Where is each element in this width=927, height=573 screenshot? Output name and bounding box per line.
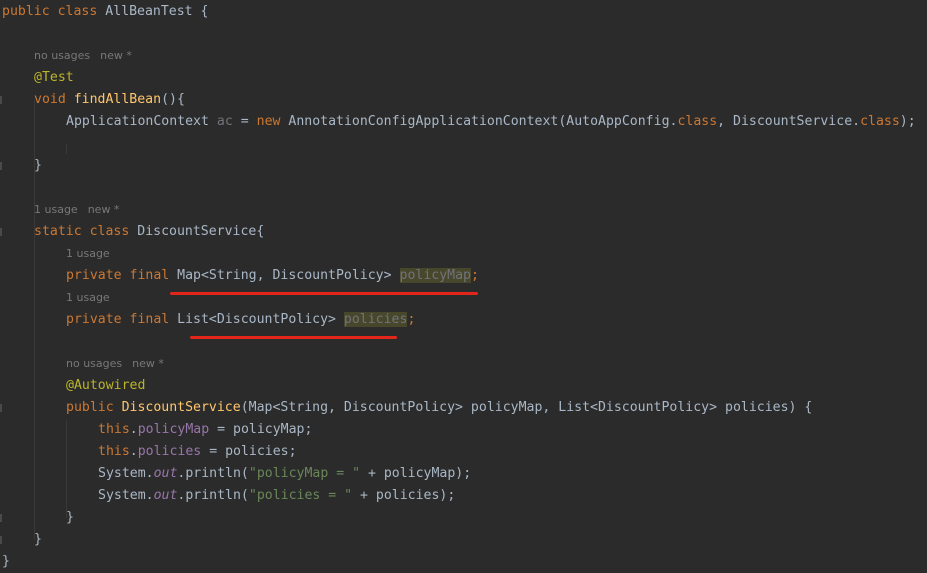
indent-guide — [66, 144, 67, 154]
type-name: Map<String, DiscountPolicy> — [177, 268, 392, 283]
parameter-list: (Map<String, DiscountPolicy> policyMap, … — [240, 400, 813, 415]
keyword: class — [89, 224, 130, 239]
usage-count: 1 usage — [66, 247, 110, 260]
code-line[interactable]: } — [34, 529, 42, 551]
code-line[interactable]: public class AllBeanTest { — [2, 1, 209, 23]
author-hint: new * — [100, 49, 132, 62]
assignment: = policyMap; — [209, 422, 313, 437]
string-literal: "policyMap = " — [248, 466, 361, 481]
code-line[interactable]: private final Map<String, DiscountPolicy… — [66, 265, 479, 287]
call-expression: AnnotationConfigApplicationContext(AutoA… — [288, 114, 678, 129]
keyword: private final — [66, 268, 170, 283]
fold-marker[interactable] — [0, 162, 2, 170]
fold-marker[interactable] — [0, 514, 2, 522]
annotation: @Test — [34, 70, 74, 85]
usage-count: no usages — [66, 357, 123, 370]
field-name: policies — [137, 444, 202, 459]
indent-guide — [66, 420, 67, 518]
fold-marker[interactable] — [0, 228, 2, 236]
keyword: this — [98, 422, 130, 437]
class-name: DiscountService{ — [137, 224, 265, 239]
highlighted-field: policies — [343, 312, 408, 327]
code-line[interactable]: void findAllBean(){ — [34, 89, 185, 111]
keyword: this — [98, 444, 130, 459]
type-name: List<DiscountPolicy> — [177, 312, 336, 327]
code-line[interactable]: } — [2, 551, 10, 573]
punctuation: . — [129, 444, 138, 459]
code-line[interactable]: System.out.println("policies = " + polic… — [98, 485, 455, 507]
code-editor[interactable]: public class AllBeanTest { no usages new … — [0, 0, 927, 571]
usage-hint[interactable]: 1 usage — [66, 245, 110, 263]
highlighted-field: policyMap — [399, 268, 471, 283]
keyword: void — [34, 92, 66, 107]
code-line[interactable]: } — [66, 507, 74, 529]
code-line[interactable]: this.policyMap = policyMap; — [98, 419, 312, 441]
usage-hint[interactable]: 1 usage new * — [34, 201, 119, 219]
brace: { — [200, 4, 209, 19]
keyword: public — [2, 4, 50, 19]
code-line[interactable]: static class DiscountService{ — [34, 221, 264, 243]
call-expression: .println( — [177, 488, 249, 503]
brace: } — [66, 510, 74, 525]
fold-marker[interactable] — [0, 404, 2, 412]
author-hint: new * — [132, 357, 164, 370]
keyword: public — [66, 400, 114, 415]
call-expression: .println( — [177, 466, 249, 481]
code-line[interactable]: @Test — [34, 67, 74, 89]
keyword: class — [860, 114, 900, 129]
annotation: @Autowired — [66, 378, 146, 393]
usage-count: 1 usage — [34, 203, 78, 216]
call-expression: + policies); — [352, 488, 456, 503]
code-line[interactable]: ApplicationContext ac = new AnnotationCo… — [66, 111, 916, 133]
punctuation: (){ — [161, 92, 185, 107]
punctuation: . — [129, 422, 138, 437]
keyword: class — [57, 4, 98, 19]
fold-marker[interactable] — [0, 96, 2, 104]
keyword: private final — [66, 312, 170, 327]
operator: = — [240, 114, 249, 129]
brace: } — [2, 554, 10, 569]
code-line[interactable]: @Autowired — [66, 375, 145, 397]
string-literal: "policies = " — [248, 488, 353, 503]
keyword: static — [34, 224, 82, 239]
code-line[interactable]: private final List<DiscountPolicy> polic… — [66, 309, 415, 331]
usage-hint[interactable]: 1 usage — [66, 289, 110, 307]
code-line[interactable]: System.out.println("policyMap = " + poli… — [98, 463, 471, 485]
type-name: ApplicationContext — [66, 114, 209, 129]
assignment: = policies; — [201, 444, 297, 459]
fold-marker[interactable] — [0, 536, 2, 544]
punctuation: ; — [407, 312, 416, 327]
call-expression: + policyMap); — [360, 466, 472, 481]
code-line[interactable]: this.policies = policies; — [98, 441, 297, 463]
punctuation: ; — [470, 268, 479, 283]
field-name: policyMap — [137, 422, 210, 437]
punctuation: ); — [899, 114, 916, 129]
class-ref: System. — [98, 488, 154, 503]
method-name: DiscountService — [121, 400, 241, 415]
red-underline-annotation — [170, 292, 478, 295]
usage-hint[interactable]: no usages new * — [66, 355, 164, 373]
author-hint: new * — [87, 203, 120, 216]
brace: } — [34, 158, 42, 173]
code-line[interactable]: public DiscountService(Map<String, Disco… — [66, 397, 812, 419]
code-line[interactable]: } — [34, 155, 42, 177]
keyword: class — [677, 114, 718, 129]
usage-hint[interactable]: no usages new * — [34, 47, 132, 65]
static-field: out — [153, 488, 178, 503]
class-ref: System. — [98, 466, 154, 481]
static-field: out — [153, 466, 178, 481]
call-expression: , DiscountService. — [717, 114, 861, 129]
usage-count: 1 usage — [66, 291, 110, 304]
keyword: new — [256, 114, 281, 129]
usage-count: no usages — [34, 49, 91, 62]
red-underline-annotation — [190, 336, 397, 339]
method-name: findAllBean — [73, 92, 162, 107]
brace: } — [34, 532, 42, 547]
variable-name: ac — [216, 114, 233, 129]
class-name: AllBeanTest — [105, 4, 193, 19]
